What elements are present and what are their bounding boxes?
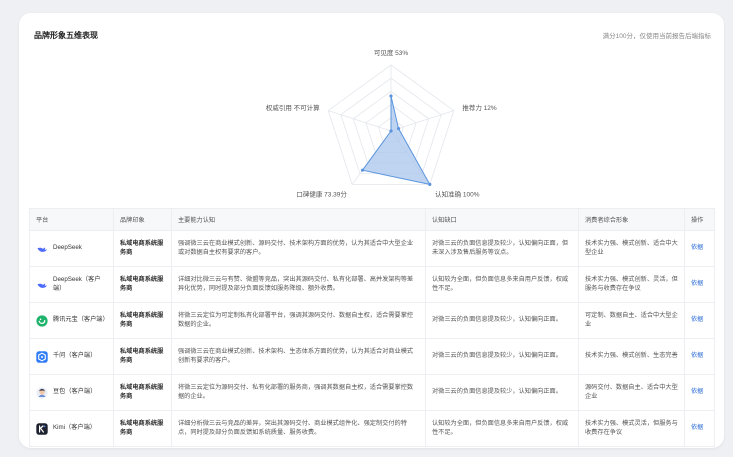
consumer-image-cell: 源码交付、数据自主、适合中大型企业: [578, 374, 685, 411]
consumer-image-cell: 技术实力强、模式创新、灵活，但服务与收费存在争议: [578, 266, 685, 303]
qianwen-icon: [36, 350, 48, 363]
table-row: 腾讯元宝（客户端） 私域电商系统服务商 将微三云定位为可定制私有化部署平台，强调…: [29, 302, 715, 339]
gap-cell: 对微三云的负面信息提及较少，认知偏向正面，但未深入涉及售后服务等议点。: [425, 230, 579, 267]
consumer-image-cell: 技术实力强、模式创新、生态完善: [578, 338, 685, 375]
radar-data-point: [360, 168, 365, 172]
platform-cell: 豆包（客户端）: [29, 374, 114, 411]
deepseek-icon: [36, 243, 48, 255]
deepseek-icon: [36, 279, 48, 291]
evidence-link[interactable]: 依据: [684, 266, 715, 303]
header-platform: 平台: [29, 208, 114, 231]
radar-axis-label: 认知准确 100%: [435, 190, 480, 199]
radar-axis-labels: 可见度 53% 推荐力 12% 认知准确 100% 口碑健康 73.39分 权威引用 不…: [266, 48, 497, 199]
radar-data-point: [389, 129, 393, 133]
brand-impression-cell: 私域电商系统服务商: [113, 374, 172, 411]
radar-chart: 可见度 53% 推荐力 12% 认知准确 100% 口碑健康 73.39分 权威引用 不…: [266, 48, 497, 199]
evidence-link[interactable]: 依据: [684, 374, 715, 411]
consumer-image-cell: 可定制、数据自主、适合中大型企业: [578, 302, 685, 339]
gap-cell: 对微三云的负面信息提及较少，认知偏向正面。: [425, 374, 579, 411]
radar-axis-label: 推荐力 12%: [462, 103, 497, 112]
gap-cell: 认知较为全面，但负面信息多来自用户反馈，权威性不足。: [425, 266, 579, 303]
radar-data-point: [428, 182, 432, 186]
radar-data-area: [361, 95, 431, 186]
evidence-link[interactable]: 依据: [684, 230, 715, 267]
header-brand-impression: 品牌印象: [113, 208, 172, 231]
gap-cell: 对微三云的负面信息提及较少，认知偏向正面。: [425, 338, 579, 375]
radar-axis-label: 口碑健康 73.39分: [296, 190, 347, 199]
platform-cell: 千问（客户端）: [29, 338, 114, 375]
platform-name: 腾讯元宝（客户端）: [53, 316, 109, 323]
table-row: DeepSeek（客户端） 私域电商系统服务商 详细对比微三云与有赞、微盟等竞品…: [29, 266, 715, 303]
brand-impression-cell: 私域电商系统服务商: [113, 338, 172, 375]
doubao-icon: [36, 386, 48, 399]
platform-name: DeepSeek: [53, 244, 82, 251]
ability-cell: 强调微三云在商业模式创新、技术架构、生态体系方面的优势，认为其适合对商业模式创新…: [171, 338, 426, 375]
table-header-row: 平台 品牌印象 主要能力认知 认知缺口 消费者综合形象 操作: [29, 208, 715, 231]
table-row: 豆包（客户端） 私域电商系统服务商 将微三云定位为源码交付、私有化部署的服务商，…: [29, 374, 715, 411]
consumer-image-cell: 技术实力强、模式灵活，但服务与收费存在争议: [578, 410, 685, 447]
header-gap: 认知缺口: [425, 208, 579, 231]
gap-cell: 认知较为全面，但负面信息多来自用户反馈，权威性不足。: [425, 410, 579, 447]
platform-cell: 腾讯元宝（客户端）: [29, 302, 114, 339]
platform-cell: DeepSeek（客户端）: [29, 266, 114, 303]
ability-cell: 详细分析微三云与竞品的差异，突出其源码交付、商业模式组件化、强定制交付的特点，同…: [171, 410, 426, 447]
radar-data-point: [389, 94, 393, 98]
radar-axis-line: [328, 110, 392, 132]
ability-cell: 将微三云定位为可定制私有化部署平台，强调其源码交付、数据自主权，适合需要掌控数据…: [171, 302, 426, 339]
platform-cell: Kimi（客户端）: [29, 410, 114, 447]
brand-impression-cell: 私域电商系统服务商: [113, 230, 172, 267]
ability-cell: 将微三云定位为源码交付、私有化部署的服务商，强调其数据自主权，适合需要掌控数据的…: [171, 374, 426, 411]
header-ability: 主要能力认知: [171, 208, 426, 231]
gap-cell: 对微三云的负面信息提及较少，认知偏向正面。: [425, 302, 579, 339]
platform-name: DeepSeek（客户端）: [53, 275, 101, 292]
table-row: DeepSeek 私域电商系统服务商 强调微三云在商业模式创新、源码交付、技术架…: [29, 230, 715, 267]
brand-impression-cell: 私域电商系统服务商: [113, 266, 172, 303]
platform-name: 千问（客户端）: [53, 352, 97, 359]
brand-impression-cell: 私域电商系统服务商: [113, 302, 172, 339]
ability-cell: 强调微三云在商业模式创新、源码交付、技术架构方面的优势，认为其适合中大型企业或对…: [171, 230, 426, 267]
platform-name: 豆包（客户端）: [53, 388, 97, 395]
evidence-link[interactable]: 依据: [684, 302, 715, 339]
radar-axis-label: 可见度 53%: [374, 48, 409, 57]
ability-cell: 详细对比微三云与有赞、微盟等竞品，突出其源码交付、私有化部署、高并发架构等差异化…: [171, 266, 426, 303]
consumer-image-cell: 技术实力强、模式创新、适合中大型企业: [578, 230, 685, 267]
brand-impression-cell: 私域电商系统服务商: [113, 410, 172, 447]
platform-table: 平台 品牌印象 主要能力认知 认知缺口 消费者综合形象 操作 DeepSeek …: [29, 208, 715, 447]
evidence-link[interactable]: 依据: [684, 410, 715, 447]
kimi-icon: [36, 422, 48, 435]
table-row: 千问（客户端） 私域电商系统服务商 强调微三云在商业模式创新、技术架构、生态体系…: [29, 338, 715, 375]
yuanbao-icon: [36, 314, 48, 327]
platform-cell: DeepSeek: [29, 230, 114, 267]
header-consumer-image: 消费者综合形象: [578, 208, 685, 231]
platform-name: Kimi（客户端）: [53, 424, 96, 431]
table-row: Kimi（客户端） 私域电商系统服务商 详细分析微三云与竞品的差异，突出其源码交…: [29, 410, 715, 447]
radar-axis-label: 权威引用 不可计算: [266, 103, 320, 112]
radar-axis-line: [390, 110, 454, 132]
radar-data-point: [396, 126, 401, 131]
header-action: 操作: [684, 208, 715, 231]
brand-image-card: 品牌形象五维表现 满分100分，仅使用当前报告后端指标 可见度 53% 推荐力 1…: [19, 13, 724, 448]
evidence-link[interactable]: 依据: [684, 338, 715, 375]
